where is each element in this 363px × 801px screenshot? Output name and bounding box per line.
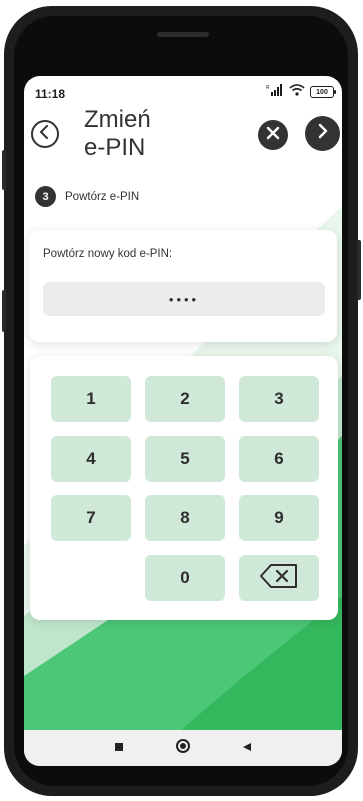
- system-nav-bar: [24, 730, 342, 766]
- home-button[interactable]: [168, 730, 198, 766]
- side-button-right: [357, 240, 361, 300]
- screen: 11:18 R 100 Zmień e-PIN 3 Powtórz e-PIN …: [24, 76, 342, 766]
- battery-indicator: 100: [310, 86, 336, 98]
- key-1[interactable]: 1: [51, 376, 131, 422]
- key-5[interactable]: 5: [145, 436, 225, 482]
- key-8[interactable]: 8: [145, 495, 225, 541]
- step-indicator: 3 Powtórz e-PIN: [35, 186, 139, 207]
- svg-text:R: R: [266, 85, 270, 91]
- next-button[interactable]: [305, 116, 340, 151]
- square-icon: [114, 739, 124, 757]
- wifi-icon: [289, 83, 305, 101]
- key-6[interactable]: 6: [239, 436, 319, 482]
- triangle-back-icon: [242, 739, 252, 757]
- backspace-icon: [259, 563, 299, 594]
- close-icon: [266, 126, 280, 145]
- pin-input[interactable]: ••••: [43, 282, 325, 316]
- status-bar: 11:18 R 100: [24, 76, 342, 110]
- side-button-left: [2, 150, 6, 190]
- backspace-key[interactable]: [239, 555, 319, 601]
- pin-label: Powtórz nowy kod e-PIN:: [43, 248, 173, 260]
- earpiece: [157, 32, 209, 37]
- page-title-line2: e-PIN: [84, 134, 146, 161]
- key-9[interactable]: 9: [239, 495, 319, 541]
- circle-icon: [175, 738, 191, 759]
- chevron-right-icon: [317, 123, 329, 144]
- keypad: 1 2 3 4 5 6 7 8 9 0: [30, 356, 338, 620]
- close-button[interactable]: [258, 120, 288, 150]
- system-back-button[interactable]: [232, 730, 262, 766]
- status-time: 11:18: [35, 87, 66, 101]
- key-2[interactable]: 2: [145, 376, 225, 422]
- page-title: Zmień e-PIN: [84, 106, 151, 162]
- side-button-left-lower: [2, 290, 6, 332]
- recents-button[interactable]: [104, 730, 134, 766]
- key-0[interactable]: 0: [145, 555, 225, 601]
- back-button[interactable]: [31, 120, 59, 148]
- signal-icon: R: [266, 83, 284, 101]
- chevron-left-icon: [39, 124, 51, 144]
- step-label: Powtórz e-PIN: [65, 190, 140, 203]
- step-number: 3: [35, 186, 56, 207]
- status-icons: R 100: [266, 83, 336, 101]
- key-3[interactable]: 3: [239, 376, 319, 422]
- pin-card: Powtórz nowy kod e-PIN: ••••: [29, 230, 337, 342]
- key-7[interactable]: 7: [51, 495, 131, 541]
- page-title-line1: Zmień: [84, 106, 151, 133]
- key-4[interactable]: 4: [51, 436, 131, 482]
